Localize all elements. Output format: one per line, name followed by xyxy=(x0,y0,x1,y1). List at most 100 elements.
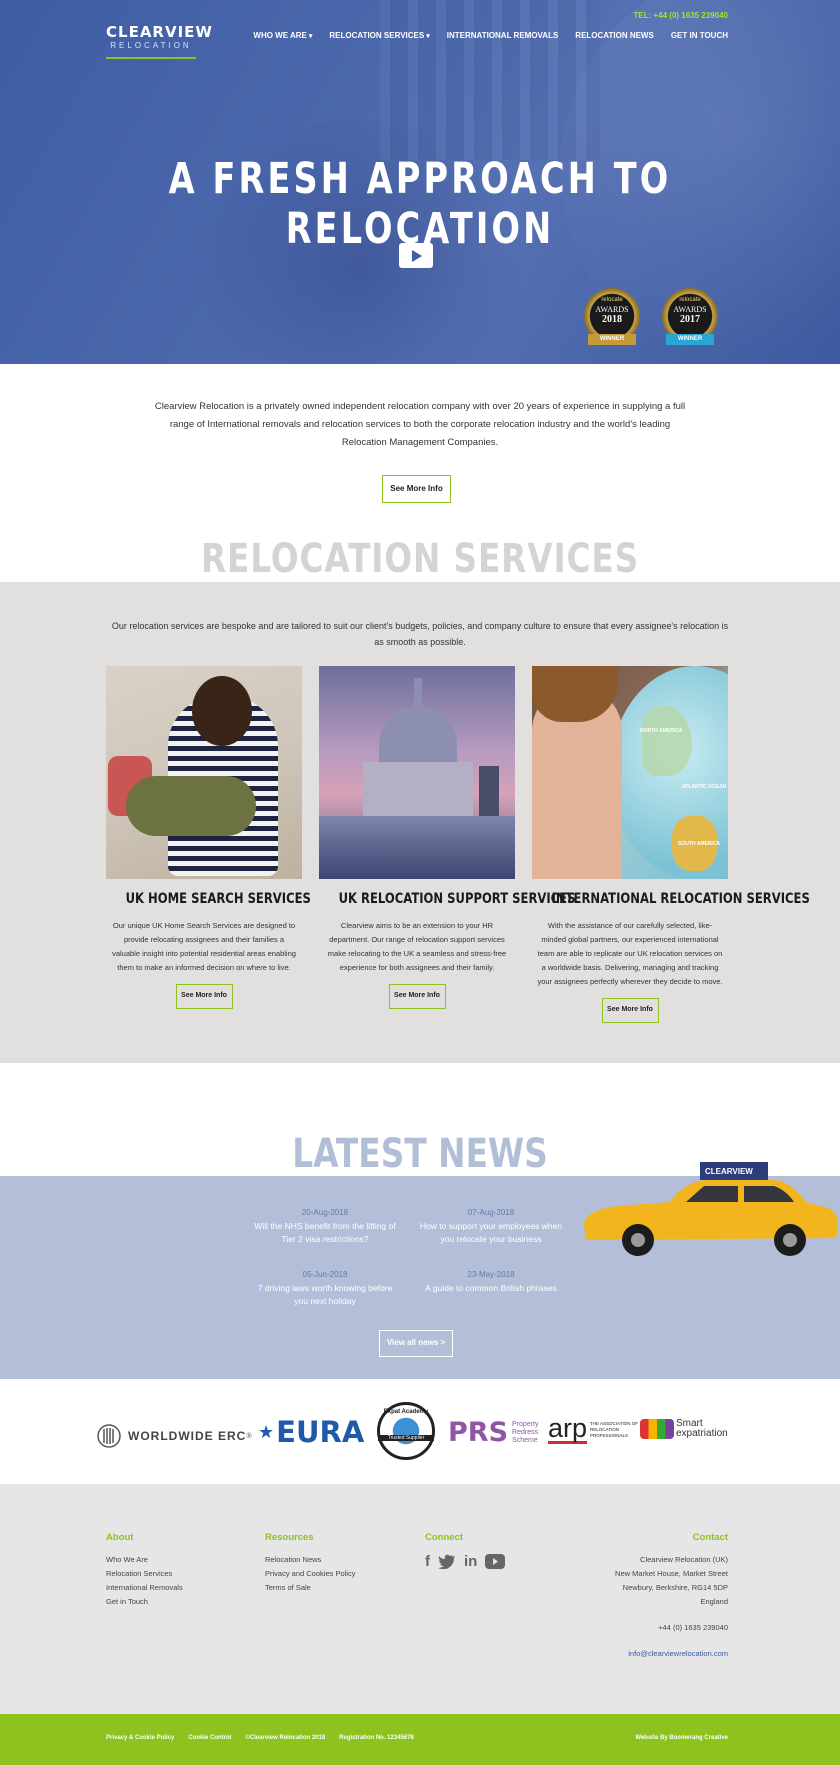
partner-name: EURA xyxy=(276,1415,365,1449)
hero-banner: CLEARVIEW RELOCATION TEL: +44 (0) 1635 2… xyxy=(0,0,840,364)
award-ribbon: WINNER xyxy=(588,334,636,345)
nav-relocation-news[interactable]: RELOCATION NEWS xyxy=(575,31,654,40)
service-see-more-button[interactable]: See More Info xyxy=(601,998,659,1023)
news-item[interactable]: 20-Aug-2018 Will the NHS benefit from th… xyxy=(250,1208,400,1246)
footer-link[interactable]: International Removals xyxy=(106,1581,183,1595)
taxi-hubcap xyxy=(631,1233,645,1247)
intro-text: Clearview Relocation is a privately owne… xyxy=(154,401,686,448)
website-credit-link[interactable]: Website By Boomerang Creative xyxy=(635,1735,728,1741)
eura-logo[interactable]: ★ EURA xyxy=(258,1415,364,1449)
service-title: UK HOME SEARCH SERVICES xyxy=(125,891,311,907)
footer-link[interactable]: Who We Are xyxy=(106,1553,183,1567)
service-see-more-button[interactable]: See More Info xyxy=(388,984,446,1009)
worldwide-erc-logo[interactable]: WORLDWIDE ERC ® xyxy=(96,1423,252,1449)
contact-phone[interactable]: +44 (0) 1635 239040 xyxy=(615,1621,728,1635)
cookie-control-link[interactable]: Cookie Control xyxy=(188,1735,231,1741)
award-label: relocate xyxy=(679,297,701,303)
award-year: 2017 xyxy=(680,314,700,325)
news-title: Will the NHS benefit from the lifting of… xyxy=(254,1221,396,1244)
service-description: Our unique UK Home Search Services are d… xyxy=(112,921,296,972)
partner-name: PRS xyxy=(448,1417,509,1448)
play-icon[interactable] xyxy=(399,243,433,268)
footer-about: About Who We Are Relocation Services Int… xyxy=(106,1532,183,1609)
view-all-news-button[interactable]: View all news > xyxy=(379,1330,453,1357)
footer-heading: Connect xyxy=(425,1532,463,1543)
footer-heading: Resources xyxy=(265,1532,314,1543)
news-date: 23-May-2018 xyxy=(467,1270,515,1279)
photo-shape xyxy=(379,706,457,766)
nav-international-removals[interactable]: INTERNATIONAL REMOVALS xyxy=(447,31,559,40)
footer-link[interactable]: Get in Touch xyxy=(106,1595,183,1609)
footer-link[interactable]: Relocation Services xyxy=(106,1567,183,1581)
partner-name: Smart expatriation xyxy=(674,1419,728,1439)
news-date: 05-Jun-2018 xyxy=(302,1270,348,1279)
linkedin-icon[interactable]: in xyxy=(464,1553,477,1570)
news-title: How to support your employees when you r… xyxy=(419,1221,563,1244)
copyright-text: ©Clearview Relocation 2018 xyxy=(245,1735,326,1741)
photo-shape xyxy=(126,776,256,836)
service-card-relocation-support: UK RELOCATION SUPPORT SERVICES Clearview… xyxy=(319,666,575,1009)
news-item[interactable]: 05-Jun-2018 7 driving laws worth knowing… xyxy=(250,1270,400,1308)
site-footer: About Who We Are Relocation Services Int… xyxy=(0,1484,840,1714)
intro-see-more-button[interactable]: See More Info xyxy=(382,475,451,503)
caret-down-icon: ▾ xyxy=(426,33,430,40)
registered-mark: ® xyxy=(246,1432,252,1440)
partner-subtitle: THE ASSOCIATION OF RELOCATION PROFESSION… xyxy=(590,1420,638,1438)
smart-expatriation-logo[interactable]: Smart expatriation xyxy=(640,1419,728,1439)
footer-heading: About xyxy=(106,1532,134,1543)
facebook-icon[interactable]: f xyxy=(425,1553,430,1570)
star-icon: ★ xyxy=(258,1421,275,1442)
award-name: AWARDS xyxy=(595,305,629,314)
nav-relocation-services[interactable]: RELOCATION SERVICES ▾ xyxy=(329,31,429,40)
footer-link[interactable]: Privacy and Cookies Policy xyxy=(265,1567,355,1581)
service-description: Clearview aims to be an extension to you… xyxy=(327,921,507,972)
bottom-bar: Privacy & Cookie Policy Cookie Control ©… xyxy=(0,1714,840,1765)
privacy-cookie-link[interactable]: Privacy & Cookie Policy xyxy=(106,1735,174,1741)
globe-label: NORTH AMERICA xyxy=(640,728,683,734)
service-image-st-pauls xyxy=(319,666,515,879)
partner-name: WORLDWIDE ERC xyxy=(128,1429,247,1443)
news-item[interactable]: 07-Aug-2018 How to support your employee… xyxy=(416,1208,566,1246)
news-heading: LATEST NEWS xyxy=(292,1131,548,1177)
nav-get-in-touch[interactable]: GET IN TOUCH xyxy=(671,31,728,40)
footer-link[interactable]: Relocation News xyxy=(265,1553,355,1567)
news-title: 7 driving laws worth knowing before you … xyxy=(257,1283,393,1306)
award-badge-2017: relocate AWARDS 2017 WINNER xyxy=(660,288,720,350)
legal-links: Privacy & Cookie Policy Cookie Control ©… xyxy=(106,1735,414,1741)
arp-logo[interactable]: arp THE ASSOCIATION OF RELOCATION PROFES… xyxy=(548,1415,638,1444)
main-nav: WHO WE ARE ▾ RELOCATION SERVICES ▾ INTERNA… xyxy=(253,31,728,40)
contact-address-line: Clearview Relocation (UK) xyxy=(640,1555,728,1564)
news-item[interactable]: 23-May-2018 A guide to common British ph… xyxy=(416,1270,566,1295)
services-heading: RELOCATION SERVICES xyxy=(200,536,640,582)
contact-address-line: Newbury, Berkshire, RG14 5DP xyxy=(622,1583,728,1592)
footer-heading: Contact xyxy=(692,1532,728,1543)
award-year: 2018 xyxy=(602,314,622,325)
globe-label: ATLANTIC OCEAN xyxy=(682,784,727,790)
news-title: A guide to common British phrases xyxy=(425,1283,557,1293)
nav-who-we-are[interactable]: WHO WE ARE ▾ xyxy=(253,31,312,40)
news-date: 07-Aug-2018 xyxy=(467,1208,515,1217)
footer-resources: Resources Relocation News Privacy and Co… xyxy=(265,1532,355,1595)
footer-connect: Connect f in xyxy=(425,1532,506,1570)
site-logo[interactable]: CLEARVIEW RELOCATION xyxy=(106,23,213,60)
partners-strip: WORLDWIDE ERC ® ★ EURA Expat Academy Trus… xyxy=(0,1379,840,1484)
news-date: 20-Aug-2018 xyxy=(301,1208,349,1217)
services-section: Our relocation services are bespoke and … xyxy=(0,582,840,1063)
expat-academy-logo[interactable]: Expat Academy Trusted Supplier xyxy=(377,1402,435,1460)
logo-wordmark: CLEARVIEW xyxy=(106,23,213,41)
registration-number: Registration No. 12345678 xyxy=(339,1735,414,1741)
award-name: AWARDS xyxy=(673,305,707,314)
twitter-icon[interactable] xyxy=(438,1554,456,1569)
youtube-icon[interactable] xyxy=(485,1554,506,1569)
service-title: INTERNATIONAL RELOCATION SERVICES xyxy=(551,891,810,907)
prs-logo[interactable]: PRS Property Redress Scheme xyxy=(448,1417,552,1448)
award-badge-2018: relocate AWARDS 2018 WINNER xyxy=(582,288,642,350)
contact-email-link[interactable]: info@clearviewrelocation.com xyxy=(615,1647,728,1661)
header-telephone[interactable]: TEL: +44 (0) 1635 239040 xyxy=(633,11,728,20)
hero-texture xyxy=(380,0,600,160)
footer-link[interactable]: Terms of Sale xyxy=(265,1581,355,1595)
partner-band: Trusted Supplier xyxy=(378,1435,434,1441)
award-label: relocate xyxy=(601,297,623,303)
service-see-more-button[interactable]: See More Info xyxy=(175,984,233,1009)
caret-down-icon: ▾ xyxy=(308,33,313,40)
